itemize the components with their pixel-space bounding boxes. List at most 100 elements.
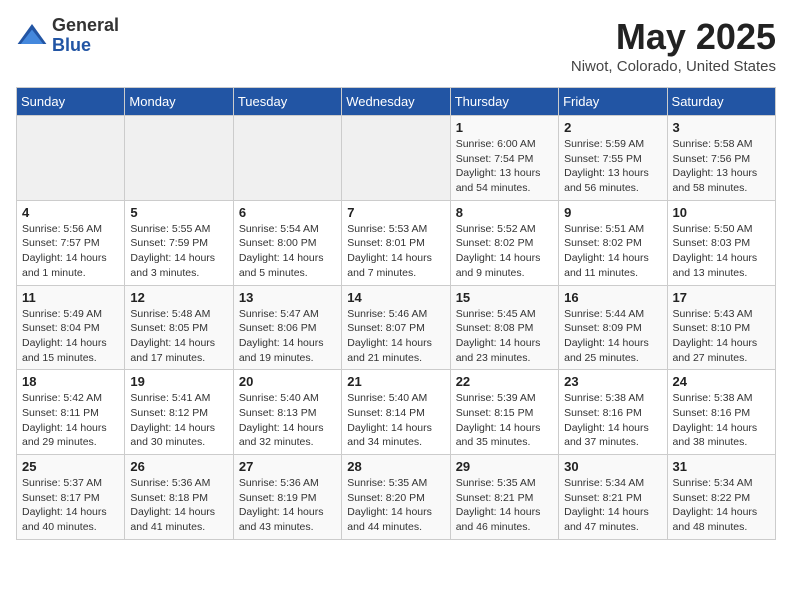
week-row-3: 11 Sunrise: 5:49 AMSunset: 8:04 PMDayligh…	[17, 285, 776, 370]
day-info: Sunrise: 5:49 AMSunset: 8:04 PMDaylight:…	[22, 307, 119, 366]
calendar-cell: 7 Sunrise: 5:53 AMSunset: 8:01 PMDaylight…	[342, 200, 450, 285]
day-number: 16	[564, 290, 661, 305]
day-info: Sunrise: 5:46 AMSunset: 8:07 PMDaylight:…	[347, 307, 444, 366]
day-number: 1	[456, 120, 553, 135]
weekday-header-row: SundayMondayTuesdayWednesdayThursdayFrid…	[17, 88, 776, 116]
calendar-cell: 13 Sunrise: 5:47 AMSunset: 8:06 PMDayligh…	[233, 285, 341, 370]
day-number: 4	[22, 205, 119, 220]
day-number: 19	[130, 374, 227, 389]
day-number: 25	[22, 459, 119, 474]
day-number: 7	[347, 205, 444, 220]
weekday-header-wednesday: Wednesday	[342, 88, 450, 116]
day-info: Sunrise: 5:40 AMSunset: 8:13 PMDaylight:…	[239, 391, 336, 450]
day-info: Sunrise: 5:36 AMSunset: 8:18 PMDaylight:…	[130, 476, 227, 535]
calendar-cell: 22Sunrise: 5:39 AMSunset: 8:15 PMDayligh…	[450, 370, 558, 455]
calendar-cell: 16 Sunrise: 5:44 AMSunset: 8:09 PMDayligh…	[559, 285, 667, 370]
day-info: Sunrise: 5:55 AMSunset: 7:59 PMDaylight:…	[130, 222, 227, 281]
day-info: Sunrise: 5:37 AMSunset: 8:17 PMDaylight:…	[22, 476, 119, 535]
day-info: Sunrise: 5:35 AMSunset: 8:21 PMDaylight:…	[456, 476, 553, 535]
day-info: Sunrise: 5:45 AMSunset: 8:08 PMDaylight:…	[456, 307, 553, 366]
day-info: Sunrise: 5:50 AMSunset: 8:03 PMDaylight:…	[673, 222, 770, 281]
calendar-title: May 2025	[571, 16, 776, 58]
day-number: 26	[130, 459, 227, 474]
day-number: 14	[347, 290, 444, 305]
day-info: Sunrise: 5:36 AMSunset: 8:19 PMDaylight:…	[239, 476, 336, 535]
calendar-cell: 20 Sunrise: 5:40 AMSunset: 8:13 PMDayligh…	[233, 370, 341, 455]
calendar-cell: 2Sunrise: 5:59 AMSunset: 7:55 PMDaylight…	[559, 116, 667, 201]
day-info: Sunrise: 5:44 AMSunset: 8:09 PMDaylight:…	[564, 307, 661, 366]
day-info: Sunrise: 5:35 AMSunset: 8:20 PMDaylight:…	[347, 476, 444, 535]
calendar-cell	[17, 116, 125, 201]
day-number: 28	[347, 459, 444, 474]
day-info: Sunrise: 5:34 AMSunset: 8:22 PMDaylight:…	[673, 476, 770, 535]
day-number: 10	[673, 205, 770, 220]
day-info: Sunrise: 5:40 AMSunset: 8:14 PMDaylight:…	[347, 391, 444, 450]
calendar-cell: 29 Sunrise: 5:35 AMSunset: 8:21 PMDayligh…	[450, 455, 558, 540]
calendar-cell: 23Sunrise: 5:38 AMSunset: 8:16 PMDayligh…	[559, 370, 667, 455]
logo-icon	[16, 20, 48, 52]
day-number: 8	[456, 205, 553, 220]
day-number: 5	[130, 205, 227, 220]
day-number: 17	[673, 290, 770, 305]
page-header: General Blue May 2025 Niwot, Colorado, U…	[16, 16, 776, 75]
week-row-2: 4 Sunrise: 5:56 AMSunset: 7:57 PMDaylight…	[17, 200, 776, 285]
calendar-cell: 4 Sunrise: 5:56 AMSunset: 7:57 PMDaylight…	[17, 200, 125, 285]
day-info: Sunrise: 5:42 AMSunset: 8:11 PMDaylight:…	[22, 391, 119, 450]
weekday-header-friday: Friday	[559, 88, 667, 116]
day-number: 2	[564, 120, 661, 135]
logo: General Blue	[16, 16, 119, 56]
calendar-cell: 15Sunrise: 5:45 AMSunset: 8:08 PMDayligh…	[450, 285, 558, 370]
day-info: Sunrise: 5:47 AMSunset: 8:06 PMDaylight:…	[239, 307, 336, 366]
day-info: Sunrise: 5:54 AMSunset: 8:00 PMDaylight:…	[239, 222, 336, 281]
day-number: 13	[239, 290, 336, 305]
day-number: 21	[347, 374, 444, 389]
day-number: 30	[564, 459, 661, 474]
logo-general: General	[52, 16, 119, 36]
day-info: Sunrise: 5:52 AMSunset: 8:02 PMDaylight:…	[456, 222, 553, 281]
calendar-cell: 21 Sunrise: 5:40 AMSunset: 8:14 PMDayligh…	[342, 370, 450, 455]
calendar-cell: 31 Sunrise: 5:34 AMSunset: 8:22 PMDayligh…	[667, 455, 775, 540]
calendar-cell: 8 Sunrise: 5:52 AMSunset: 8:02 PMDaylight…	[450, 200, 558, 285]
calendar-cell	[342, 116, 450, 201]
calendar-cell: 17 Sunrise: 5:43 AMSunset: 8:10 PMDayligh…	[667, 285, 775, 370]
calendar-cell	[233, 116, 341, 201]
day-info: Sunrise: 5:43 AMSunset: 8:10 PMDaylight:…	[673, 307, 770, 366]
calendar-cell: 5 Sunrise: 5:55 AMSunset: 7:59 PMDaylight…	[125, 200, 233, 285]
logo-text: General Blue	[52, 16, 119, 56]
weekday-header-thursday: Thursday	[450, 88, 558, 116]
day-info: Sunrise: 5:39 AMSunset: 8:15 PMDaylight:…	[456, 391, 553, 450]
day-info: Sunrise: 5:56 AMSunset: 7:57 PMDaylight:…	[22, 222, 119, 281]
day-number: 29	[456, 459, 553, 474]
day-info: Sunrise: 5:53 AMSunset: 8:01 PMDaylight:…	[347, 222, 444, 281]
calendar-cell: 30 Sunrise: 5:34 AMSunset: 8:21 PMDayligh…	[559, 455, 667, 540]
week-row-4: 18 Sunrise: 5:42 AMSunset: 8:11 PMDayligh…	[17, 370, 776, 455]
calendar-cell: 27Sunrise: 5:36 AMSunset: 8:19 PMDayligh…	[233, 455, 341, 540]
calendar-cell: 24Sunrise: 5:38 AMSunset: 8:16 PMDayligh…	[667, 370, 775, 455]
logo-blue: Blue	[52, 36, 119, 56]
day-number: 31	[673, 459, 770, 474]
day-number: 12	[130, 290, 227, 305]
day-info: Sunrise: 5:51 AMSunset: 8:02 PMDaylight:…	[564, 222, 661, 281]
day-info: Sunrise: 5:48 AMSunset: 8:05 PMDaylight:…	[130, 307, 227, 366]
calendar-cell: 3Sunrise: 5:58 AMSunset: 7:56 PMDaylight…	[667, 116, 775, 201]
calendar-cell: 25 Sunrise: 5:37 AMSunset: 8:17 PMDayligh…	[17, 455, 125, 540]
weekday-header-tuesday: Tuesday	[233, 88, 341, 116]
day-info: Sunrise: 5:34 AMSunset: 8:21 PMDaylight:…	[564, 476, 661, 535]
calendar-cell: 26 Sunrise: 5:36 AMSunset: 8:18 PMDayligh…	[125, 455, 233, 540]
day-number: 23	[564, 374, 661, 389]
calendar-cell: 28 Sunrise: 5:35 AMSunset: 8:20 PMDayligh…	[342, 455, 450, 540]
day-number: 18	[22, 374, 119, 389]
day-number: 9	[564, 205, 661, 220]
calendar-cell: 11 Sunrise: 5:49 AMSunset: 8:04 PMDayligh…	[17, 285, 125, 370]
day-info: Sunrise: 5:41 AMSunset: 8:12 PMDaylight:…	[130, 391, 227, 450]
calendar-cell	[125, 116, 233, 201]
day-number: 20	[239, 374, 336, 389]
title-area: May 2025 Niwot, Colorado, United States	[571, 16, 776, 75]
day-number: 24	[673, 374, 770, 389]
day-number: 11	[22, 290, 119, 305]
day-number: 3	[673, 120, 770, 135]
day-number: 6	[239, 205, 336, 220]
week-row-5: 25 Sunrise: 5:37 AMSunset: 8:17 PMDayligh…	[17, 455, 776, 540]
calendar-cell: 19 Sunrise: 5:41 AMSunset: 8:12 PMDayligh…	[125, 370, 233, 455]
weekday-header-saturday: Saturday	[667, 88, 775, 116]
